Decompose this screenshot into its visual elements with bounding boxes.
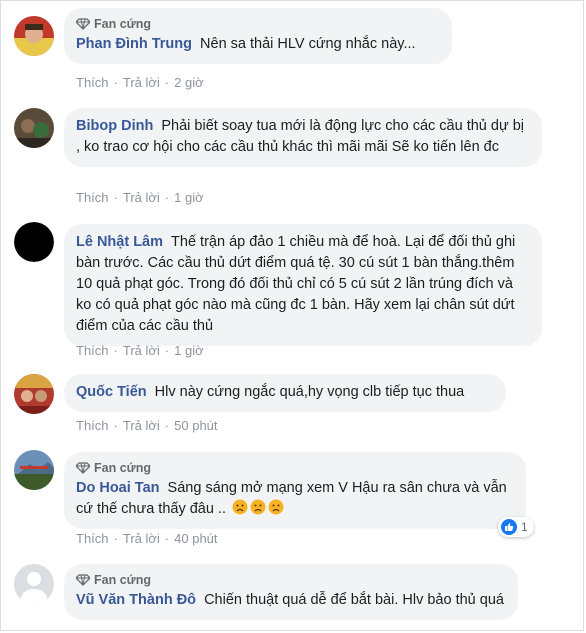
avatar[interactable] <box>14 108 54 148</box>
emoji-group <box>230 499 284 517</box>
comment-text: Nên sa thải HLV cứng nhắc này... <box>200 36 416 52</box>
reply-link[interactable]: Trả lời <box>123 343 160 358</box>
comment-bubble: Fan cứng Vũ Văn Thành Đô Chiến thuật quá… <box>64 564 518 620</box>
diamond-icon <box>76 18 90 30</box>
timestamp[interactable]: 50 phút <box>174 418 217 433</box>
avatar[interactable] <box>14 450 54 490</box>
like-link[interactable]: Thích <box>76 343 109 358</box>
like-link[interactable]: Thích <box>76 418 109 433</box>
timestamp[interactable]: 1 giờ <box>174 343 204 358</box>
avatar[interactable] <box>14 374 54 414</box>
comment-bubble: Fan cứng Phan Đình Trung Nên sa thải HLV… <box>64 8 452 64</box>
like-link[interactable]: Thích <box>76 75 109 90</box>
author-name[interactable]: Bibop Dinh <box>76 118 153 134</box>
fan-badge: Fan cứng <box>76 572 506 588</box>
timestamp[interactable]: 2 giờ <box>174 75 204 90</box>
comment-actions: Thích · Trả lời · 1 giờ <box>76 190 204 205</box>
comment-actions: Thích · Trả lời · 2 giờ <box>76 75 204 90</box>
reply-link[interactable]: Trả lời <box>123 418 160 433</box>
diamond-icon <box>76 574 90 586</box>
comment-actions: Thích · Trả lời · 40 phút <box>76 531 218 546</box>
author-name[interactable]: Do Hoai Tan <box>76 480 160 496</box>
avatar[interactable] <box>14 564 54 604</box>
comment-bubble: Quốc Tiến Hlv này cứng ngắc quá,hy vọng … <box>64 374 506 412</box>
avatar[interactable] <box>14 16 54 56</box>
like-link[interactable]: Thích <box>76 531 109 546</box>
badge-label: Fan cứng <box>94 17 151 31</box>
fan-badge: Fan cứng <box>76 460 514 476</box>
badge-label: Fan cứng <box>94 461 151 475</box>
reaction-summary[interactable]: 1 <box>498 517 534 537</box>
author-name[interactable]: Phan Đình Trung <box>76 36 192 52</box>
author-name[interactable]: Quốc Tiến <box>76 384 147 400</box>
author-name[interactable]: Lê Nhật Lâm <box>76 234 163 250</box>
sad-face-icon <box>232 499 248 515</box>
like-reaction-icon <box>501 519 517 535</box>
comment-actions: Thích · Trả lời · 1 giờ <box>76 343 204 358</box>
timestamp[interactable]: 40 phút <box>174 531 217 546</box>
timestamp[interactable]: 1 giờ <box>174 190 204 205</box>
author-name[interactable]: Vũ Văn Thành Đô <box>76 592 196 608</box>
comment-actions: Thích · Trả lời · 50 phút <box>76 418 218 433</box>
sad-face-icon <box>268 499 284 515</box>
comment-bubble: Lê Nhật Lâm Thế trận áp đảo 1 chiều mà đ… <box>64 224 542 346</box>
like-link[interactable]: Thích <box>76 190 109 205</box>
reaction-count: 1 <box>521 520 528 534</box>
avatar[interactable] <box>14 222 54 262</box>
reply-link[interactable]: Trả lời <box>123 75 160 90</box>
diamond-icon <box>76 462 90 474</box>
reply-link[interactable]: Trả lời <box>123 190 160 205</box>
reply-link[interactable]: Trả lời <box>123 531 160 546</box>
comment-bubble: Bibop Dinh Phải biết soay tua mới là độn… <box>64 108 542 167</box>
comment-bubble: Fan cứng Do Hoai Tan Sáng sáng mở mạng x… <box>64 452 526 529</box>
comment-text: Chiến thuật quá dễ để bắt bài. Hlv bảo t… <box>204 592 504 608</box>
comment-text: Hlv này cứng ngắc quá,hy vọng clb tiếp t… <box>154 384 465 400</box>
fan-badge: Fan cứng <box>76 16 440 32</box>
badge-label: Fan cứng <box>94 573 151 587</box>
sad-face-icon <box>250 499 266 515</box>
